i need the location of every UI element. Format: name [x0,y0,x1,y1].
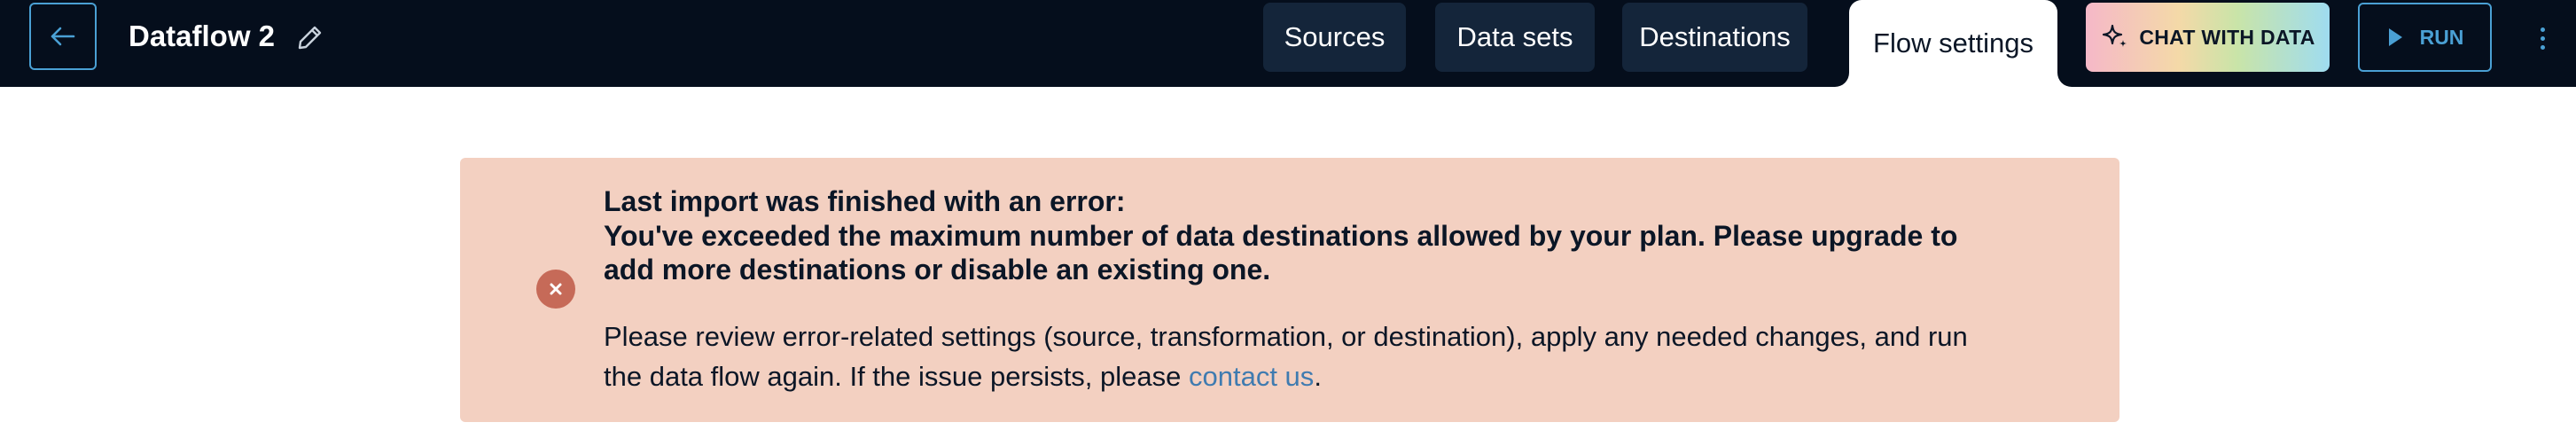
edit-title-button[interactable] [293,20,328,55]
contact-us-link[interactable]: contact us [1189,361,1314,392]
vertical-ellipsis-icon [2540,35,2545,41]
run-label: RUN [2419,25,2464,49]
more-options-button[interactable] [2526,16,2558,60]
arrow-left-icon [51,27,75,46]
tab-destinations[interactable]: Destinations [1622,3,1807,72]
vertical-ellipsis-icon [2540,27,2545,32]
dataflow-title: Dataflow 2 [129,20,276,52]
play-icon [2388,28,2402,46]
tab-flow-settings[interactable]: Flow settings [1849,0,2057,87]
back-button[interactable] [29,3,97,70]
error-description-line: the data flow again. If the issue persis… [604,356,2057,396]
sparkle-icon [2103,24,2127,47]
error-description-text: the data flow again. If the issue persis… [604,361,1189,392]
tab-corner-decoration [1835,73,1849,87]
error-heading: Last import was finished with an error: … [604,184,2040,287]
chat-with-data-label: CHAT WITH DATA [2139,25,2315,49]
error-heading-line: add more destinations or disable an exis… [604,254,1271,285]
tab-sources[interactable]: Sources [1263,3,1406,72]
error-description: Please review error-related settings (so… [604,317,2057,396]
tab-corner-decoration [2057,73,2072,87]
error-description-text: . [1314,361,1322,392]
error-heading-line: You've exceeded the maximum number of da… [604,219,1958,252]
error-description-line: Please review error-related settings (so… [604,321,1968,352]
error-x-icon [536,270,575,309]
error-alert: Last import was finished with an error: … [460,158,2119,422]
vertical-ellipsis-icon [2540,44,2545,50]
error-heading-line: Last import was finished with an error: [604,185,1126,217]
chat-with-data-button[interactable]: CHAT WITH DATA [2086,3,2330,72]
tab-data-sets[interactable]: Data sets [1435,3,1595,72]
close-icon [550,283,562,295]
top-bar: Dataflow 2 Sources Data sets Destination… [0,0,2576,87]
pencil-icon [298,26,322,50]
run-button[interactable]: RUN [2358,3,2492,72]
